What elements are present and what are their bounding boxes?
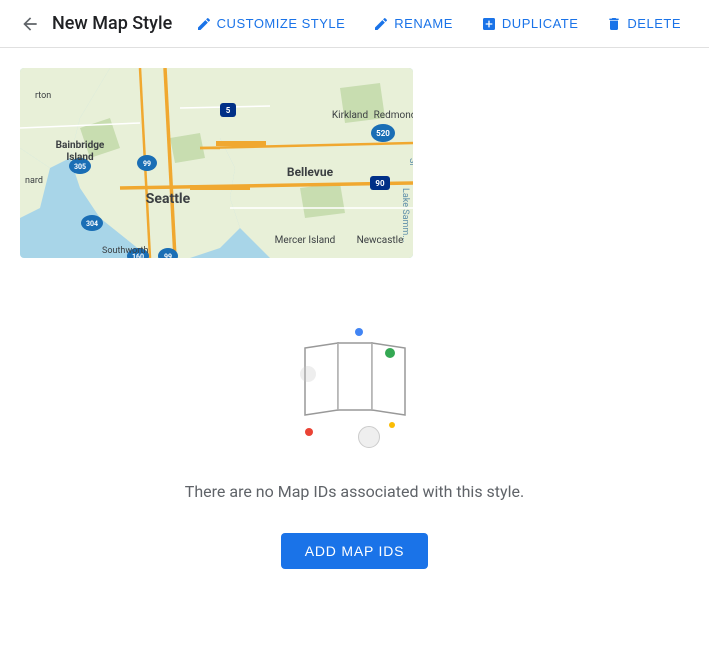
svg-text:Southworth: Southworth: [102, 246, 148, 256]
trash-icon: [606, 16, 622, 32]
customize-style-button[interactable]: CUSTOMIZE STYLE: [184, 8, 358, 40]
svg-text:520: 520: [376, 129, 390, 138]
main-content: 520 90 99 305 304 160 5 99: [0, 48, 709, 589]
svg-text:Si: Si: [407, 158, 413, 166]
svg-text:99: 99: [143, 160, 151, 168]
map-thumbnail: 520 90 99 305 304 160 5 99: [20, 68, 413, 258]
svg-text:Redmond: Redmond: [374, 110, 413, 121]
svg-text:99: 99: [164, 253, 172, 258]
header-actions: CUSTOMIZE STYLE RENAME DUPLICATE DELETE: [184, 8, 693, 40]
duplicate-button[interactable]: DUPLICATE: [469, 8, 591, 40]
back-button[interactable]: [16, 10, 44, 38]
svg-text:nard: nard: [25, 176, 43, 186]
decorative-dot-green: [385, 348, 395, 358]
svg-text:304: 304: [86, 220, 98, 228]
rename-button[interactable]: RENAME: [361, 8, 465, 40]
svg-text:5: 5: [226, 106, 231, 115]
duplicate-label: DUPLICATE: [502, 16, 579, 31]
delete-button[interactable]: DELETE: [594, 8, 693, 40]
decorative-dot-red: [305, 428, 313, 436]
header: New Map Style CUSTOMIZE STYLE RENAME DUP…: [0, 0, 709, 48]
pencil-icon: [196, 16, 212, 32]
delete-label: DELETE: [627, 16, 681, 31]
svg-text:Island: Island: [66, 152, 94, 163]
duplicate-icon: [481, 16, 497, 32]
rename-label: RENAME: [394, 16, 453, 31]
empty-state-message: There are no Map IDs associated with thi…: [185, 482, 524, 501]
customize-style-label: CUSTOMIZE STYLE: [217, 16, 346, 31]
svg-text:Mercer Island: Mercer Island: [275, 235, 336, 246]
empty-state: There are no Map IDs associated with thi…: [20, 258, 689, 589]
svg-text:rton: rton: [35, 91, 51, 101]
svg-text:Lake Samm...: Lake Samm...: [400, 188, 410, 242]
svg-text:Kirkland: Kirkland: [332, 110, 368, 121]
page-title: New Map Style: [52, 13, 172, 34]
svg-text:90: 90: [375, 179, 385, 188]
decorative-dot-blue: [355, 328, 363, 336]
svg-text:Seattle: Seattle: [146, 191, 191, 207]
rename-icon: [373, 16, 389, 32]
svg-text:Newcastle: Newcastle: [357, 235, 404, 246]
decorative-circle: [358, 426, 380, 448]
svg-text:Bainbridge: Bainbridge: [56, 140, 105, 151]
decorative-dot-gray: [300, 366, 316, 382]
svg-text:Bellevue: Bellevue: [287, 165, 334, 179]
add-map-ids-button[interactable]: ADD MAP IDS: [281, 533, 429, 569]
decorative-dot-yellow: [389, 422, 395, 428]
map-illustration: [275, 298, 435, 458]
svg-text:305: 305: [74, 163, 86, 171]
